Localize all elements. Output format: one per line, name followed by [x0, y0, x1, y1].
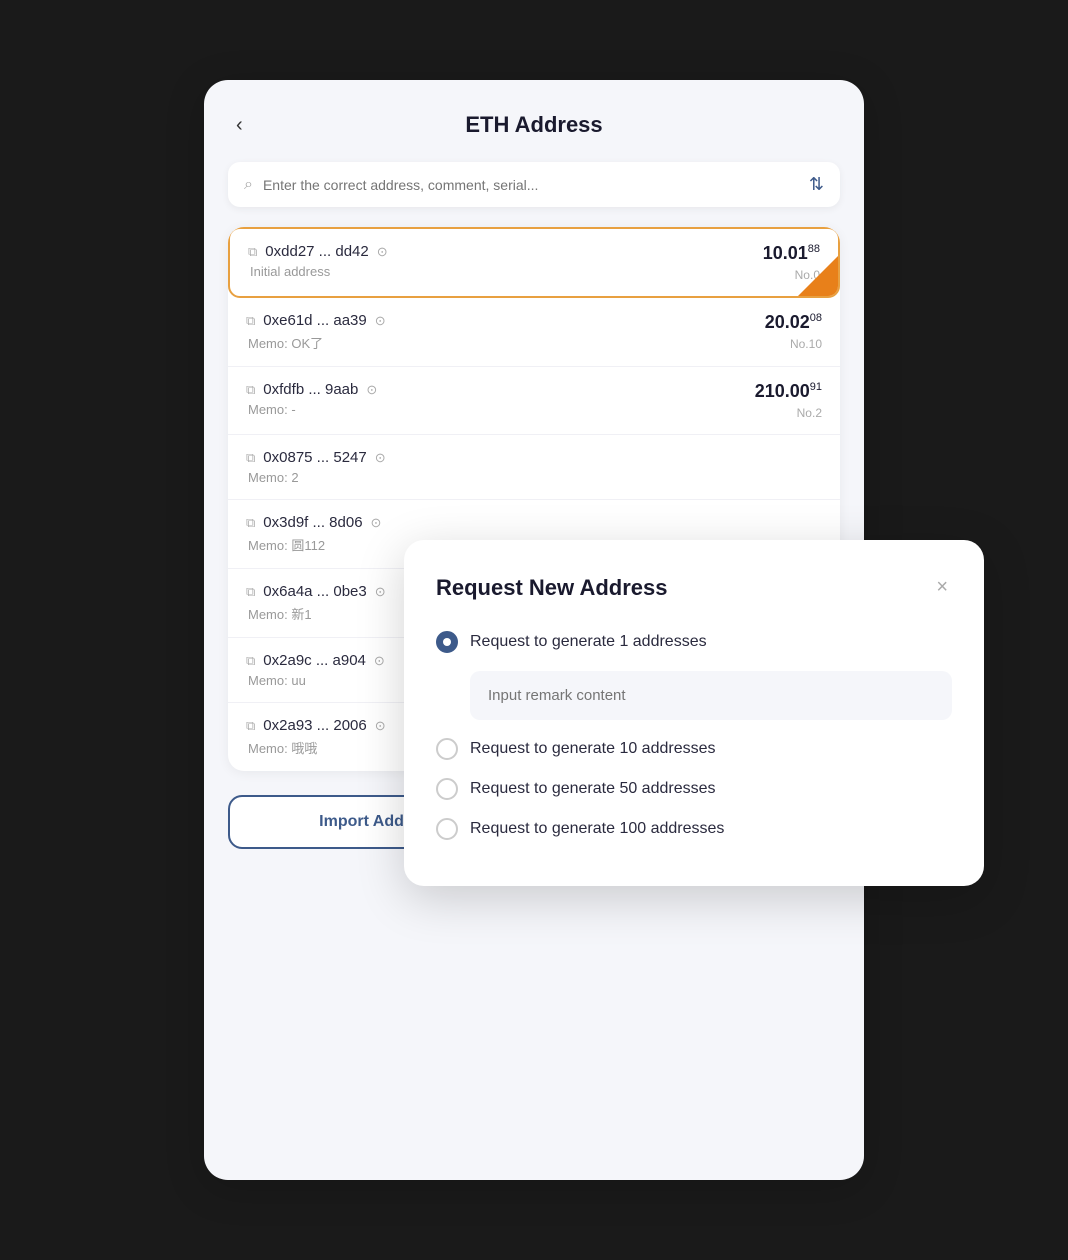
address-text: 0x2a9c ... a904: [263, 652, 366, 669]
address-top: ⧉ 0xdd27 ... dd42 ⊙: [248, 243, 388, 260]
search-icon: ⌕: [244, 176, 253, 194]
address-text: 0x2a93 ... 2006: [263, 717, 366, 734]
radio-label-50: Request to generate 50 addresses: [470, 780, 716, 798]
copy-icon[interactable]: ⧉: [246, 584, 255, 600]
address-memo: Initial address: [250, 264, 388, 279]
search-addr-icon[interactable]: ⊙: [375, 584, 386, 600]
address-top: ⧉ 0x2a93 ... 2006 ⊙: [246, 717, 386, 734]
address-right: 20.0208 No.10: [765, 312, 822, 351]
radio-circle-50: [436, 778, 458, 800]
search-addr-icon[interactable]: ⊙: [377, 244, 388, 260]
copy-icon[interactable]: ⧉: [246, 382, 255, 398]
modal-request-new-address: Request New Address × Request to generat…: [404, 540, 984, 886]
modal-title: Request New Address: [436, 575, 667, 601]
address-text: 0x0875 ... 5247: [263, 449, 366, 466]
modal-close-button[interactable]: ×: [932, 572, 952, 603]
search-addr-icon[interactable]: ⊙: [375, 450, 386, 466]
radio-circle-100: [436, 818, 458, 840]
search-addr-icon[interactable]: ⊙: [375, 313, 386, 329]
address-left: ⧉ 0x3d9f ... 8d06 ⊙ Memo: 圆112: [246, 514, 381, 554]
main-card: ‹ ETH Address ⌕ ⇅ ⧉ 0xdd27 ... dd42 ⊙ In…: [204, 80, 864, 1180]
search-addr-icon[interactable]: ⊙: [366, 382, 377, 398]
back-button[interactable]: ‹: [228, 110, 251, 141]
address-top: ⧉ 0x0875 ... 5247 ⊙: [246, 449, 386, 466]
address-left: ⧉ 0x2a9c ... a904 ⊙ Memo: uu: [246, 652, 385, 688]
address-memo: Memo: 哦哦: [248, 738, 386, 757]
radio-label-10: Request to generate 10 addresses: [470, 740, 716, 758]
address-amount: 210.0091: [755, 381, 822, 402]
address-item[interactable]: ⧉ 0xfdfb ... 9aab ⊙ Memo: - 210.0091 No.…: [228, 367, 840, 435]
address-top: ⧉ 0xfdfb ... 9aab ⊙: [246, 381, 377, 398]
active-corner: [798, 256, 838, 296]
address-memo: Memo: 2: [248, 470, 386, 485]
copy-icon[interactable]: ⧉: [248, 244, 257, 260]
address-top: ⧉ 0x2a9c ... a904 ⊙: [246, 652, 385, 669]
address-item[interactable]: ⧉ 0xe61d ... aa39 ⊙ Memo: OK了 20.0208 No…: [228, 298, 840, 367]
address-top: ⧉ 0x6a4a ... 0be3 ⊙: [246, 583, 386, 600]
radio-label-1: Request to generate 1 addresses: [470, 633, 707, 651]
remark-input[interactable]: [470, 671, 952, 720]
search-addr-icon[interactable]: ⊙: [371, 515, 382, 531]
address-text: 0x3d9f ... 8d06: [263, 514, 362, 531]
address-memo: Memo: -: [248, 402, 377, 417]
address-left: ⧉ 0xdd27 ... dd42 ⊙ Initial address: [248, 243, 388, 279]
address-left: ⧉ 0xfdfb ... 9aab ⊙ Memo: -: [246, 381, 377, 417]
copy-icon[interactable]: ⧉: [246, 515, 255, 531]
address-item[interactable]: ⧉ 0xdd27 ... dd42 ⊙ Initial address 10.0…: [228, 227, 840, 298]
address-amount: 20.0208: [765, 312, 822, 333]
radio-circle-1: [436, 631, 458, 653]
address-no: No.2: [797, 406, 822, 420]
radio-option-10[interactable]: Request to generate 10 addresses: [436, 738, 952, 760]
address-no: No.10: [790, 337, 822, 351]
radio-label-100: Request to generate 100 addresses: [470, 820, 724, 838]
address-left: ⧉ 0x0875 ... 5247 ⊙ Memo: 2: [246, 449, 386, 485]
address-text: 0x6a4a ... 0be3: [263, 583, 366, 600]
copy-icon[interactable]: ⧉: [246, 313, 255, 329]
address-right: 210.0091 No.2: [755, 381, 822, 420]
search-bar: ⌕ ⇅: [228, 162, 840, 207]
copy-icon[interactable]: ⧉: [246, 653, 255, 669]
address-top: ⧉ 0x3d9f ... 8d06 ⊙: [246, 514, 381, 531]
radio-circle-10: [436, 738, 458, 760]
search-addr-icon[interactable]: ⊙: [375, 718, 386, 734]
address-text: 0xe61d ... aa39: [263, 312, 366, 329]
address-memo: Memo: 新1: [248, 604, 386, 623]
address-left: ⧉ 0x2a93 ... 2006 ⊙ Memo: 哦哦: [246, 717, 386, 757]
address-memo: Memo: OK了: [248, 333, 386, 352]
address-left: ⧉ 0x6a4a ... 0be3 ⊙ Memo: 新1: [246, 583, 386, 623]
radio-option-1[interactable]: Request to generate 1 addresses: [436, 631, 952, 653]
header: ‹ ETH Address: [228, 112, 840, 138]
address-text: 0xfdfb ... 9aab: [263, 381, 358, 398]
modal-header: Request New Address ×: [436, 572, 952, 603]
search-addr-icon[interactable]: ⊙: [374, 653, 385, 669]
copy-icon[interactable]: ⧉: [246, 450, 255, 466]
address-left: ⧉ 0xe61d ... aa39 ⊙ Memo: OK了: [246, 312, 386, 352]
address-item[interactable]: ⧉ 0x0875 ... 5247 ⊙ Memo: 2: [228, 435, 840, 500]
filter-icon[interactable]: ⇅: [809, 174, 824, 195]
search-input[interactable]: [263, 177, 799, 193]
radio-option-50[interactable]: Request to generate 50 addresses: [436, 778, 952, 800]
address-top: ⧉ 0xe61d ... aa39 ⊙: [246, 312, 386, 329]
address-memo: Memo: uu: [248, 673, 385, 688]
radio-option-100[interactable]: Request to generate 100 addresses: [436, 818, 952, 840]
page-title: ETH Address: [465, 112, 602, 138]
address-text: 0xdd27 ... dd42: [265, 243, 368, 260]
copy-icon[interactable]: ⧉: [246, 718, 255, 734]
address-memo: Memo: 圆112: [248, 535, 381, 554]
